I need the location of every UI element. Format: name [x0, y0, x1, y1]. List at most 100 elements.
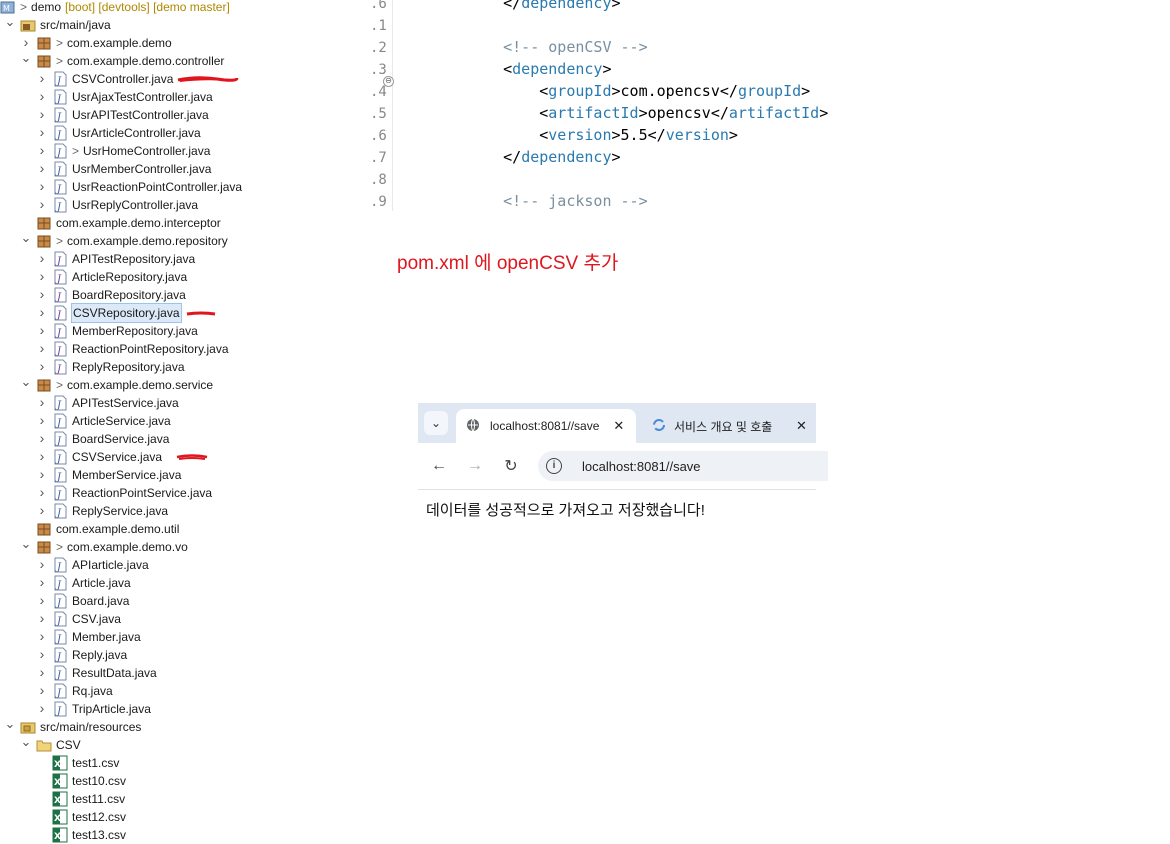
tree-item-label: com.example.demo.interceptor: [56, 216, 221, 230]
tree-item[interactable]: >com.example.demo.controller: [20, 52, 224, 70]
tree-item[interactable]: J UsrAPITestController.java: [36, 106, 209, 124]
tree-item[interactable]: J APIarticle.java: [36, 556, 149, 574]
chevron-right-icon[interactable]: [36, 664, 48, 682]
tree-item[interactable]: Xtest13.csv: [36, 826, 126, 844]
chevron-down-icon[interactable]: [20, 376, 32, 394]
chevron-right-icon[interactable]: [36, 394, 48, 412]
tree-item[interactable]: J BoardService.java: [36, 430, 169, 448]
tree-item[interactable]: J MemberService.java: [36, 466, 181, 484]
chevron-right-icon[interactable]: [36, 196, 48, 214]
tree-item[interactable]: J ReplyService.java: [36, 502, 168, 520]
close-icon[interactable]: ✕: [796, 418, 807, 434]
java-file-icon: J: [52, 683, 68, 699]
tree-item[interactable]: J Board.java: [36, 592, 129, 610]
tab-localhost[interactable]: localhost:8081//save ✕: [456, 409, 636, 443]
chevron-right-icon[interactable]: [36, 610, 48, 628]
chevron-down-icon[interactable]: [20, 736, 32, 754]
tree-item[interactable]: J CSVService.java: [36, 448, 162, 466]
tree-item[interactable]: com.example.demo.util: [20, 520, 179, 538]
csv-file-icon: X: [52, 755, 68, 771]
chevron-right-icon[interactable]: [36, 304, 48, 322]
tree-item[interactable]: J UsrMemberController.java: [36, 160, 211, 178]
java-file-icon: J: [52, 449, 68, 465]
tree-item[interactable]: Xtest12.csv: [36, 808, 126, 826]
tree-item[interactable]: J ReactionPointService.java: [36, 484, 212, 502]
tree-item[interactable]: J BoardRepository.java: [36, 286, 186, 304]
chevron-down-icon[interactable]: [4, 718, 16, 736]
chevron-right-icon[interactable]: [36, 628, 48, 646]
tree-item[interactable]: J CSVController.java: [36, 70, 173, 88]
chevron-right-icon[interactable]: [36, 448, 48, 466]
tree-item[interactable]: J TripArticle.java: [36, 700, 151, 718]
chevron-right-icon[interactable]: [36, 124, 48, 142]
chevron-right-icon[interactable]: [36, 502, 48, 520]
chevron-right-icon[interactable]: [36, 484, 48, 502]
chevron-right-icon[interactable]: [36, 430, 48, 448]
tab-search-button[interactable]: ⌄: [424, 411, 448, 435]
tree-item[interactable]: >com.example.demo.service: [20, 376, 213, 394]
chevron-right-icon[interactable]: [36, 178, 48, 196]
chevron-right-icon[interactable]: [36, 646, 48, 664]
tree-item[interactable]: CSV: [20, 736, 81, 754]
tree-item[interactable]: >com.example.demo: [20, 34, 172, 52]
tree-item[interactable]: J Article.java: [36, 574, 131, 592]
close-icon[interactable]: ✕: [613, 418, 624, 434]
pom-xml-editor[interactable]: ⊖ .6.1.2.3.4.5.6.7.8.9 </dependency> <!-…: [370, 0, 970, 211]
back-button[interactable]: ←: [428, 455, 450, 477]
chevron-right-icon[interactable]: [36, 160, 48, 178]
tree-item[interactable]: J UsrReplyController.java: [36, 196, 198, 214]
svg-text:X: X: [54, 814, 61, 824]
chevron-right-icon[interactable]: [36, 142, 48, 160]
tree-item[interactable]: Xtest1.csv: [36, 754, 119, 772]
tree-item[interactable]: com.example.demo.interceptor: [20, 214, 221, 232]
tree-item[interactable]: J UsrArticleController.java: [36, 124, 201, 142]
chevron-right-icon[interactable]: [36, 358, 48, 376]
chevron-right-icon[interactable]: [36, 250, 48, 268]
chevron-down-icon[interactable]: [20, 538, 32, 556]
address-bar[interactable]: i localhost:8081//save: [538, 451, 828, 481]
forward-button[interactable]: →: [464, 455, 486, 477]
chevron-right-icon[interactable]: [36, 340, 48, 358]
tree-item[interactable]: J APITestService.java: [36, 394, 179, 412]
tree-item[interactable]: J UsrReactionPointController.java: [36, 178, 242, 196]
tree-item[interactable]: >com.example.demo.vo: [20, 538, 188, 556]
chevron-down-icon[interactable]: [4, 16, 16, 34]
chevron-right-icon[interactable]: [36, 592, 48, 610]
tree-project-row[interactable]: M > demo [boot] [devtools] [demo master]: [0, 0, 230, 16]
tree-item[interactable]: J ArticleRepository.java: [36, 268, 187, 286]
chevron-right-icon[interactable]: [36, 322, 48, 340]
tree-item[interactable]: J Reply.java: [36, 646, 127, 664]
chevron-down-icon[interactable]: [20, 232, 32, 250]
chevron-right-icon[interactable]: [36, 682, 48, 700]
chevron-right-icon[interactable]: [36, 574, 48, 592]
tree-item[interactable]: src/main/java: [4, 16, 111, 34]
tree-item[interactable]: J ReactionPointRepository.java: [36, 340, 229, 358]
chevron-right-icon[interactable]: [36, 286, 48, 304]
tree-item[interactable]: J MemberRepository.java: [36, 322, 198, 340]
chevron-right-icon[interactable]: [36, 412, 48, 430]
tree-item[interactable]: J UsrAjaxTestController.java: [36, 88, 213, 106]
tree-item[interactable]: J Member.java: [36, 628, 141, 646]
tree-item[interactable]: >com.example.demo.repository: [20, 232, 228, 250]
chevron-right-icon[interactable]: [36, 88, 48, 106]
tab-service-overview[interactable]: 서비스 개요 및 호출 ✕: [650, 409, 816, 443]
chevron-right-icon[interactable]: [36, 700, 48, 718]
tree-item[interactable]: Xtest10.csv: [36, 772, 126, 790]
chevron-right-icon[interactable]: [36, 556, 48, 574]
tree-item[interactable]: J CSVRepository.java: [36, 303, 182, 323]
tree-item[interactable]: J ResultData.java: [36, 664, 157, 682]
info-icon[interactable]: i: [546, 458, 562, 474]
chevron-down-icon[interactable]: [20, 52, 32, 70]
tree-item[interactable]: J >UsrHomeController.java: [36, 142, 210, 160]
chevron-right-icon[interactable]: [36, 106, 48, 124]
tree-item[interactable]: J ArticleService.java: [36, 412, 171, 430]
chevron-right-icon[interactable]: [36, 268, 48, 286]
tree-item[interactable]: Xtest11.csv: [36, 790, 125, 808]
reload-button[interactable]: ↻: [500, 455, 522, 477]
chevron-right-icon[interactable]: [36, 70, 48, 88]
tree-item[interactable]: J APITestRepository.java: [36, 250, 195, 268]
tree-item[interactable]: J CSV.java: [36, 610, 121, 628]
tree-item[interactable]: J Rq.java: [36, 682, 113, 700]
chevron-right-icon[interactable]: [36, 466, 48, 484]
tree-item[interactable]: J ReplyRepository.java: [36, 358, 185, 376]
